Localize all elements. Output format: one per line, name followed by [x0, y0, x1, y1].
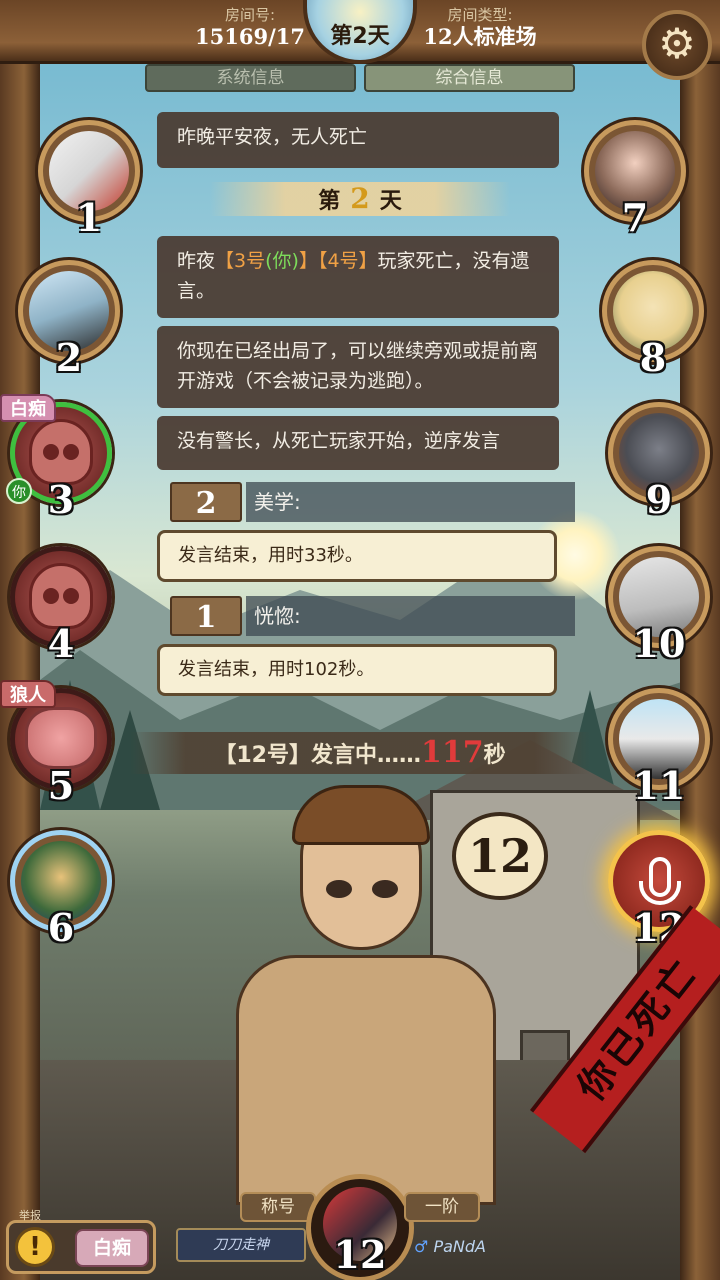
player-slot-9[interactable]: 9: [600, 394, 718, 522]
user-name-text: PaNdA: [433, 1237, 486, 1256]
bottom-bar: 举报 ! 白痴 称号 刀刀走神 12 一阶 ♂ PaNdA: [0, 1174, 720, 1280]
microphone-stand-icon: [639, 881, 681, 905]
day-divider-suffix: 天: [379, 189, 402, 214]
self-number: 12: [333, 1232, 387, 1277]
room-type-value: 12人标准场: [423, 24, 537, 49]
speaking-unit: 秒: [483, 743, 506, 768]
death-player-4: 【4号】: [317, 250, 378, 272]
death-you-marker: (你): [265, 250, 299, 272]
werewolf-brain-icon: [25, 707, 97, 769]
day-divider-number: 2: [350, 182, 370, 215]
tab-system-info[interactable]: 系统信息: [145, 64, 356, 92]
player-number: 10: [632, 621, 686, 666]
day-divider-prefix: 第: [318, 189, 341, 214]
role-button[interactable]: 白痴: [75, 1229, 149, 1267]
player-slot-7[interactable]: 7: [576, 112, 694, 240]
character-eye: [326, 880, 352, 898]
message-night-result: 昨晚平安夜，无人死亡: [157, 112, 559, 168]
speech-player-name: 美学:: [246, 482, 575, 522]
speaker-number-bubble: 12: [452, 812, 548, 900]
speech-bubble-1: 发言结束，用时102秒。: [157, 644, 557, 696]
day-divider: 第2天: [210, 182, 510, 216]
warning-icon[interactable]: !: [15, 1227, 55, 1267]
speech-header-2: 2 美学:: [170, 482, 575, 522]
speech-header-1: 1 恍惚:: [170, 596, 575, 636]
dead-skull-icon: [29, 563, 93, 629]
player-slot-3[interactable]: 白痴 你 3: [0, 394, 120, 522]
player-number: 9: [645, 477, 673, 522]
player-slot-11[interactable]: 11: [600, 680, 718, 808]
speaking-seconds: 117: [420, 735, 484, 770]
room-type-label: 房间类型:: [447, 6, 513, 24]
tab-general-info[interactable]: 综合信息: [364, 64, 575, 92]
player-slot-8[interactable]: 8: [594, 252, 712, 380]
dead-skull-icon: [29, 419, 93, 485]
settings-gear-icon[interactable]: ⚙: [642, 10, 712, 80]
room-type: 房间类型: 12人标准场: [405, 6, 555, 56]
report-box: 举报 ! 白痴: [6, 1209, 156, 1274]
speech-bubble-2: 发言结束，用时33秒。: [157, 530, 557, 582]
speech-player-number: 2: [170, 482, 242, 522]
player-number: 4: [47, 621, 75, 666]
player-title: 刀刀走神: [176, 1228, 306, 1262]
character-body: [236, 955, 496, 1205]
user-name: ♂ PaNdA: [414, 1232, 524, 1262]
player-slot-10[interactable]: 10: [600, 538, 718, 666]
player-number: 8: [639, 335, 667, 380]
message-no-sheriff: 没有警长，从死亡玩家开始，逆序发言: [157, 416, 559, 470]
message-deaths: 昨夜【3号(你)】【4号】玩家死亡，没有遗言。: [157, 236, 559, 318]
speaking-status: 【12号】发言中……117秒: [130, 732, 590, 774]
report-label: 举报: [19, 1209, 41, 1222]
character-hair: [292, 785, 430, 845]
player-number: 1: [75, 195, 103, 240]
player-slot-1[interactable]: 1: [30, 112, 148, 240]
speech-player-name: 恍惚:: [246, 596, 575, 636]
player-slot-4[interactable]: 4: [2, 538, 120, 666]
player-slot-6[interactable]: 6: [2, 822, 120, 950]
room-number-value: 15169/17: [195, 24, 305, 49]
speech-player-number: 1: [170, 596, 242, 636]
player-number: 7: [621, 195, 649, 240]
male-icon: ♂: [414, 1237, 429, 1256]
death-player-3: 【3号: [215, 250, 266, 272]
info-tabs: 系统信息 综合信息: [145, 64, 575, 94]
character-eye: [372, 880, 398, 898]
player-number: 11: [632, 763, 686, 808]
deaths-text-a: 昨夜: [177, 250, 216, 272]
message-spectate: 你现在已经出局了，可以继续旁观或提前离开游戏（不会被记录为逃跑）。: [157, 326, 559, 408]
player-slot-2[interactable]: 2: [10, 252, 128, 380]
role-tag-idiot: 白痴: [0, 394, 56, 422]
rank-badge: 一阶: [404, 1192, 480, 1222]
speaking-prefix: 【12号】发言中……: [214, 743, 421, 768]
role-tag-werewolf: 狼人: [0, 680, 56, 708]
player-number: 5: [47, 763, 75, 808]
day-label: 第2天: [330, 24, 390, 49]
player-number: 2: [55, 335, 83, 380]
death-player-3-end: 】: [298, 250, 318, 272]
title-label: 称号: [240, 1192, 316, 1222]
player-number: 6: [47, 905, 75, 950]
player-slot-5[interactable]: 狼人 5: [0, 680, 120, 808]
player-number: 3: [47, 477, 75, 522]
